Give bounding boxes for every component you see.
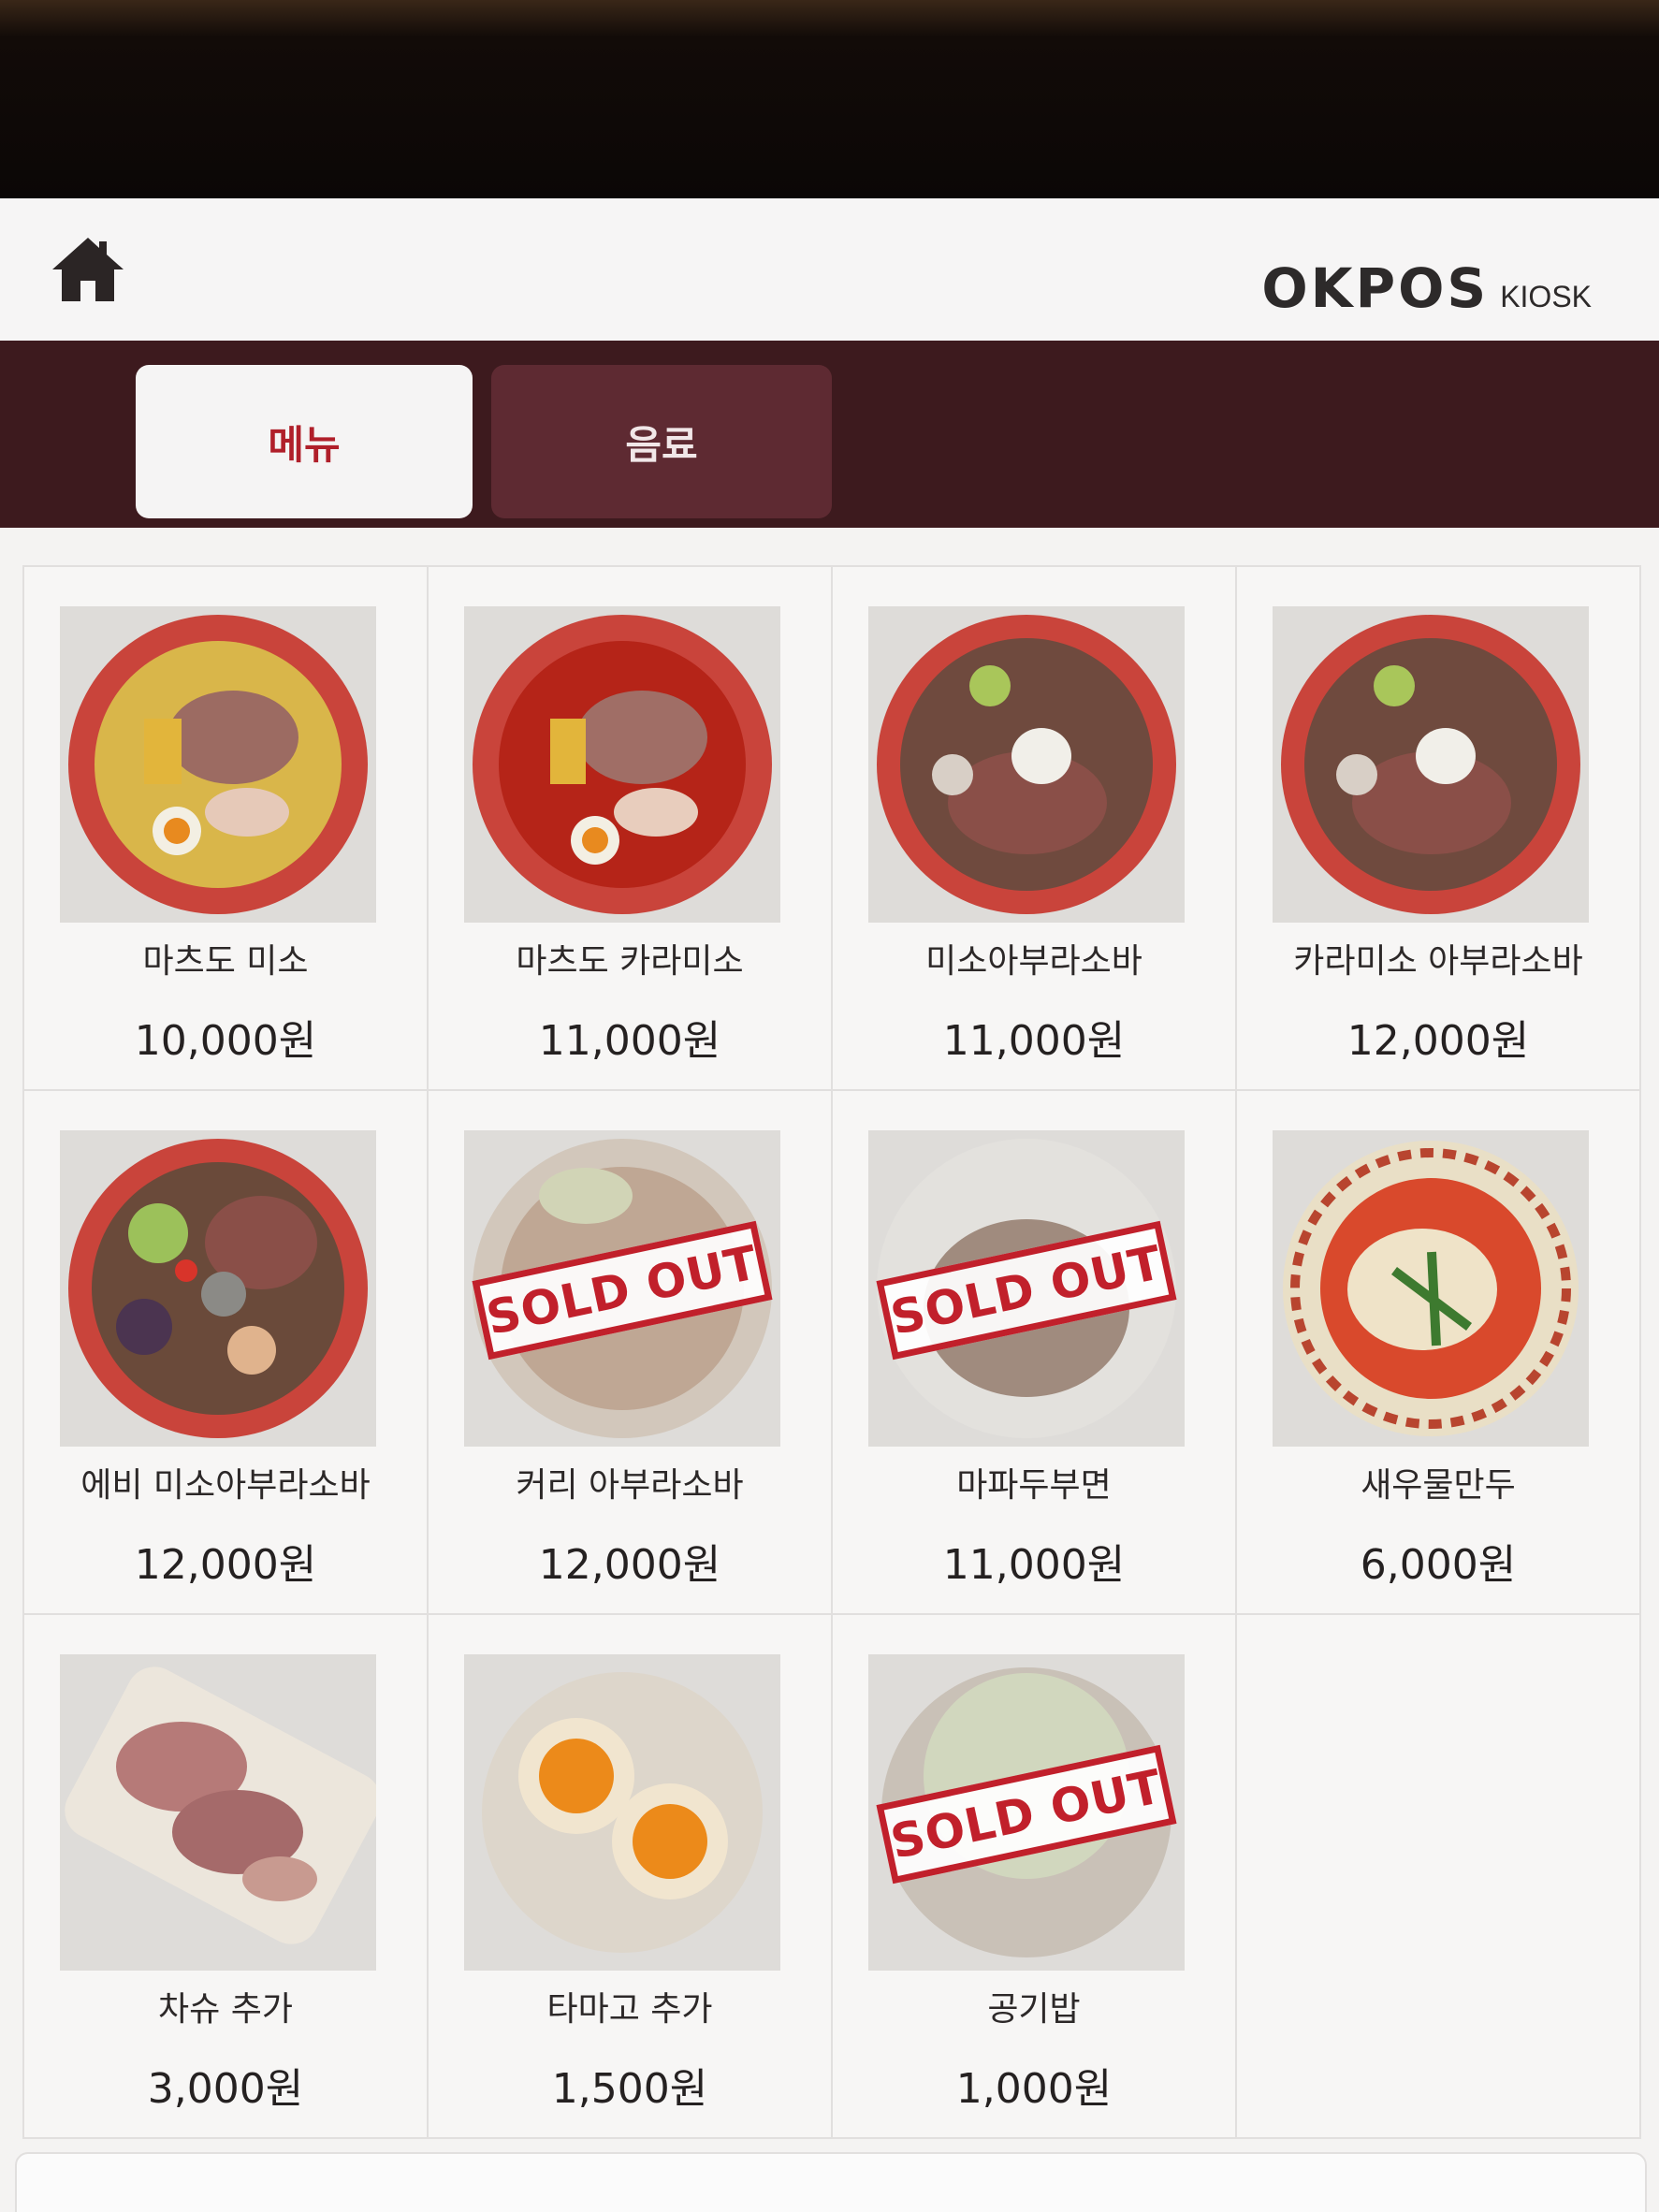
menu-item-price: 11,000원: [942, 1017, 1126, 1065]
menu-item[interactable]: SOLD OUT 마파두부면 11,000원: [833, 1091, 1237, 1615]
header: OKPOS KIOSK: [0, 198, 1659, 341]
menu-item[interactable]: 미소아부라소바 11,000원: [833, 567, 1237, 1091]
menu-item[interactable]: 새우물만두 6,000원: [1237, 1091, 1641, 1615]
menu-item-name: 새우물만두: [1361, 1466, 1516, 1505]
food-photo: SOLD OUT: [464, 1130, 780, 1447]
menu-item[interactable]: SOLD OUT 커리 아부라소바 12,000원: [429, 1091, 833, 1615]
menu-item-name: 마파두부면: [956, 1466, 1112, 1505]
home-icon: [52, 238, 124, 301]
food-photo: [60, 1654, 376, 1971]
food-photo: [464, 1654, 780, 1971]
menu-item-name: 커리 아부라소바: [516, 1466, 744, 1505]
menu-item-price: 11,000원: [942, 1541, 1126, 1589]
brand-logo: OKPOS KIOSK: [1261, 256, 1592, 320]
food-photo: [464, 606, 780, 923]
menu-item[interactable]: 차슈 추가 3,000원: [24, 1615, 429, 2139]
menu-item-name: 마츠도 미소: [142, 942, 309, 981]
menu-item-price: 3,000원: [147, 2065, 304, 2113]
food-photo: SOLD OUT: [868, 1130, 1185, 1447]
menu-item-name: 타마고 추가: [546, 1990, 713, 2029]
menu-item-name: 미소아부라소바: [925, 942, 1142, 981]
food-photo: [1273, 606, 1589, 923]
device-bezel: [0, 0, 1659, 198]
menu-item-price: 1,500원: [551, 2065, 708, 2113]
brand-name: OKPOS: [1261, 256, 1490, 320]
menu-item-price: 12,000원: [1346, 1017, 1530, 1065]
menu-item-price: 11,000원: [538, 1017, 721, 1065]
tab-menu[interactable]: 메뉴: [136, 365, 473, 518]
menu-item[interactable]: 에비 미소아부라소바 12,000원: [24, 1091, 429, 1615]
empty-slot: [1237, 1615, 1641, 2139]
menu-item[interactable]: 타마고 추가 1,500원: [429, 1615, 833, 2139]
menu-item[interactable]: SOLD OUT 공기밥 1,000원: [833, 1615, 1237, 2139]
menu-item-name: 공기밥: [987, 1990, 1081, 2029]
menu-item-price: 12,000원: [134, 1541, 317, 1589]
kiosk-screen: OKPOS KIOSK 메뉴 음료 마츠도 미소 10,000원 마츠도 카라미…: [0, 198, 1659, 2212]
food-photo: [60, 1130, 376, 1447]
menu-item[interactable]: 카라미소 아부라소바 12,000원: [1237, 567, 1641, 1091]
menu-item-name: 카라미소 아부라소바: [1293, 942, 1583, 981]
home-button[interactable]: [49, 232, 127, 307]
food-photo: [1273, 1130, 1589, 1447]
menu-item-name: 차슈 추가: [158, 1990, 293, 2029]
menu-item-price: 6,000원: [1360, 1541, 1517, 1589]
menu-item[interactable]: 마츠도 카라미소 11,000원: [429, 567, 833, 1091]
bottom-bar: [15, 2152, 1647, 2212]
food-photo: [60, 606, 376, 923]
menu-item-price: 10,000원: [134, 1017, 317, 1065]
menu-item-price: 12,000원: [538, 1541, 721, 1589]
category-tabbar: 메뉴 음료: [0, 341, 1659, 528]
menu-item-name: 에비 미소아부라소바: [80, 1466, 371, 1505]
menu-item-name: 마츠도 카라미소: [516, 942, 744, 981]
food-photo: [868, 606, 1185, 923]
food-photo: SOLD OUT: [868, 1654, 1185, 1971]
menu-item[interactable]: 마츠도 미소 10,000원: [24, 567, 429, 1091]
menu-item-price: 1,000원: [955, 2065, 1113, 2113]
tab-drinks[interactable]: 음료: [491, 365, 832, 518]
menu-grid: 마츠도 미소 10,000원 마츠도 카라미소 11,000원 미소아부라소바 …: [22, 565, 1641, 2139]
brand-subtitle: KIOSK: [1500, 280, 1592, 313]
